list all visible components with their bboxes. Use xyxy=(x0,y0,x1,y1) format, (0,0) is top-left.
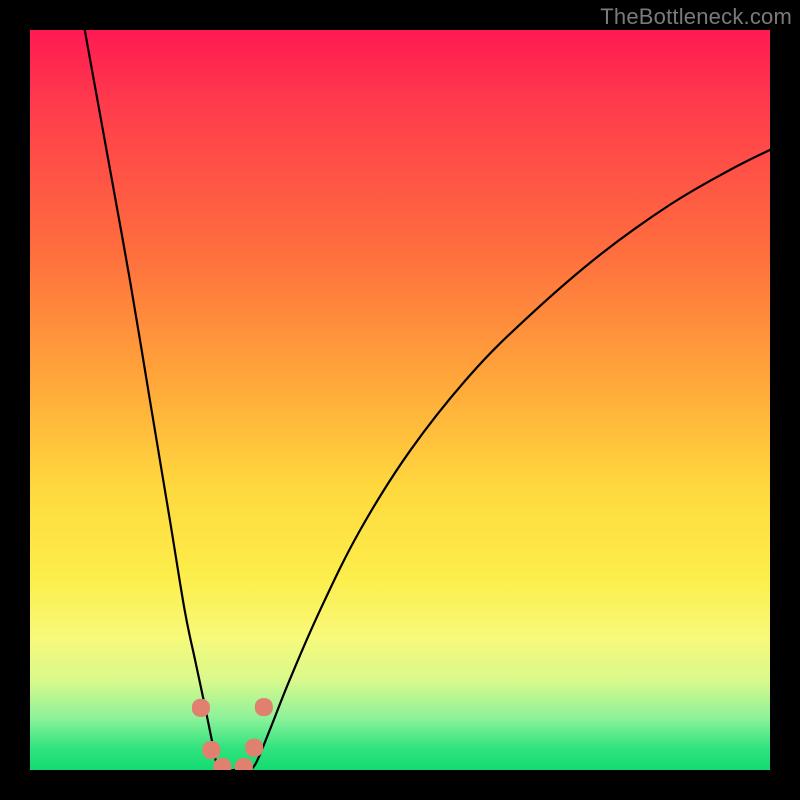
curve-layer xyxy=(30,30,770,770)
curve-marker xyxy=(235,758,253,770)
curve-marker xyxy=(202,741,220,759)
curve-marker xyxy=(255,698,273,716)
watermark-text: TheBottleneck.com xyxy=(600,4,792,30)
bottleneck-curve xyxy=(85,30,770,770)
curve-marker xyxy=(192,699,210,717)
outer-frame: TheBottleneck.com xyxy=(0,0,800,800)
curve-marker xyxy=(245,739,263,757)
plot-area xyxy=(30,30,770,770)
